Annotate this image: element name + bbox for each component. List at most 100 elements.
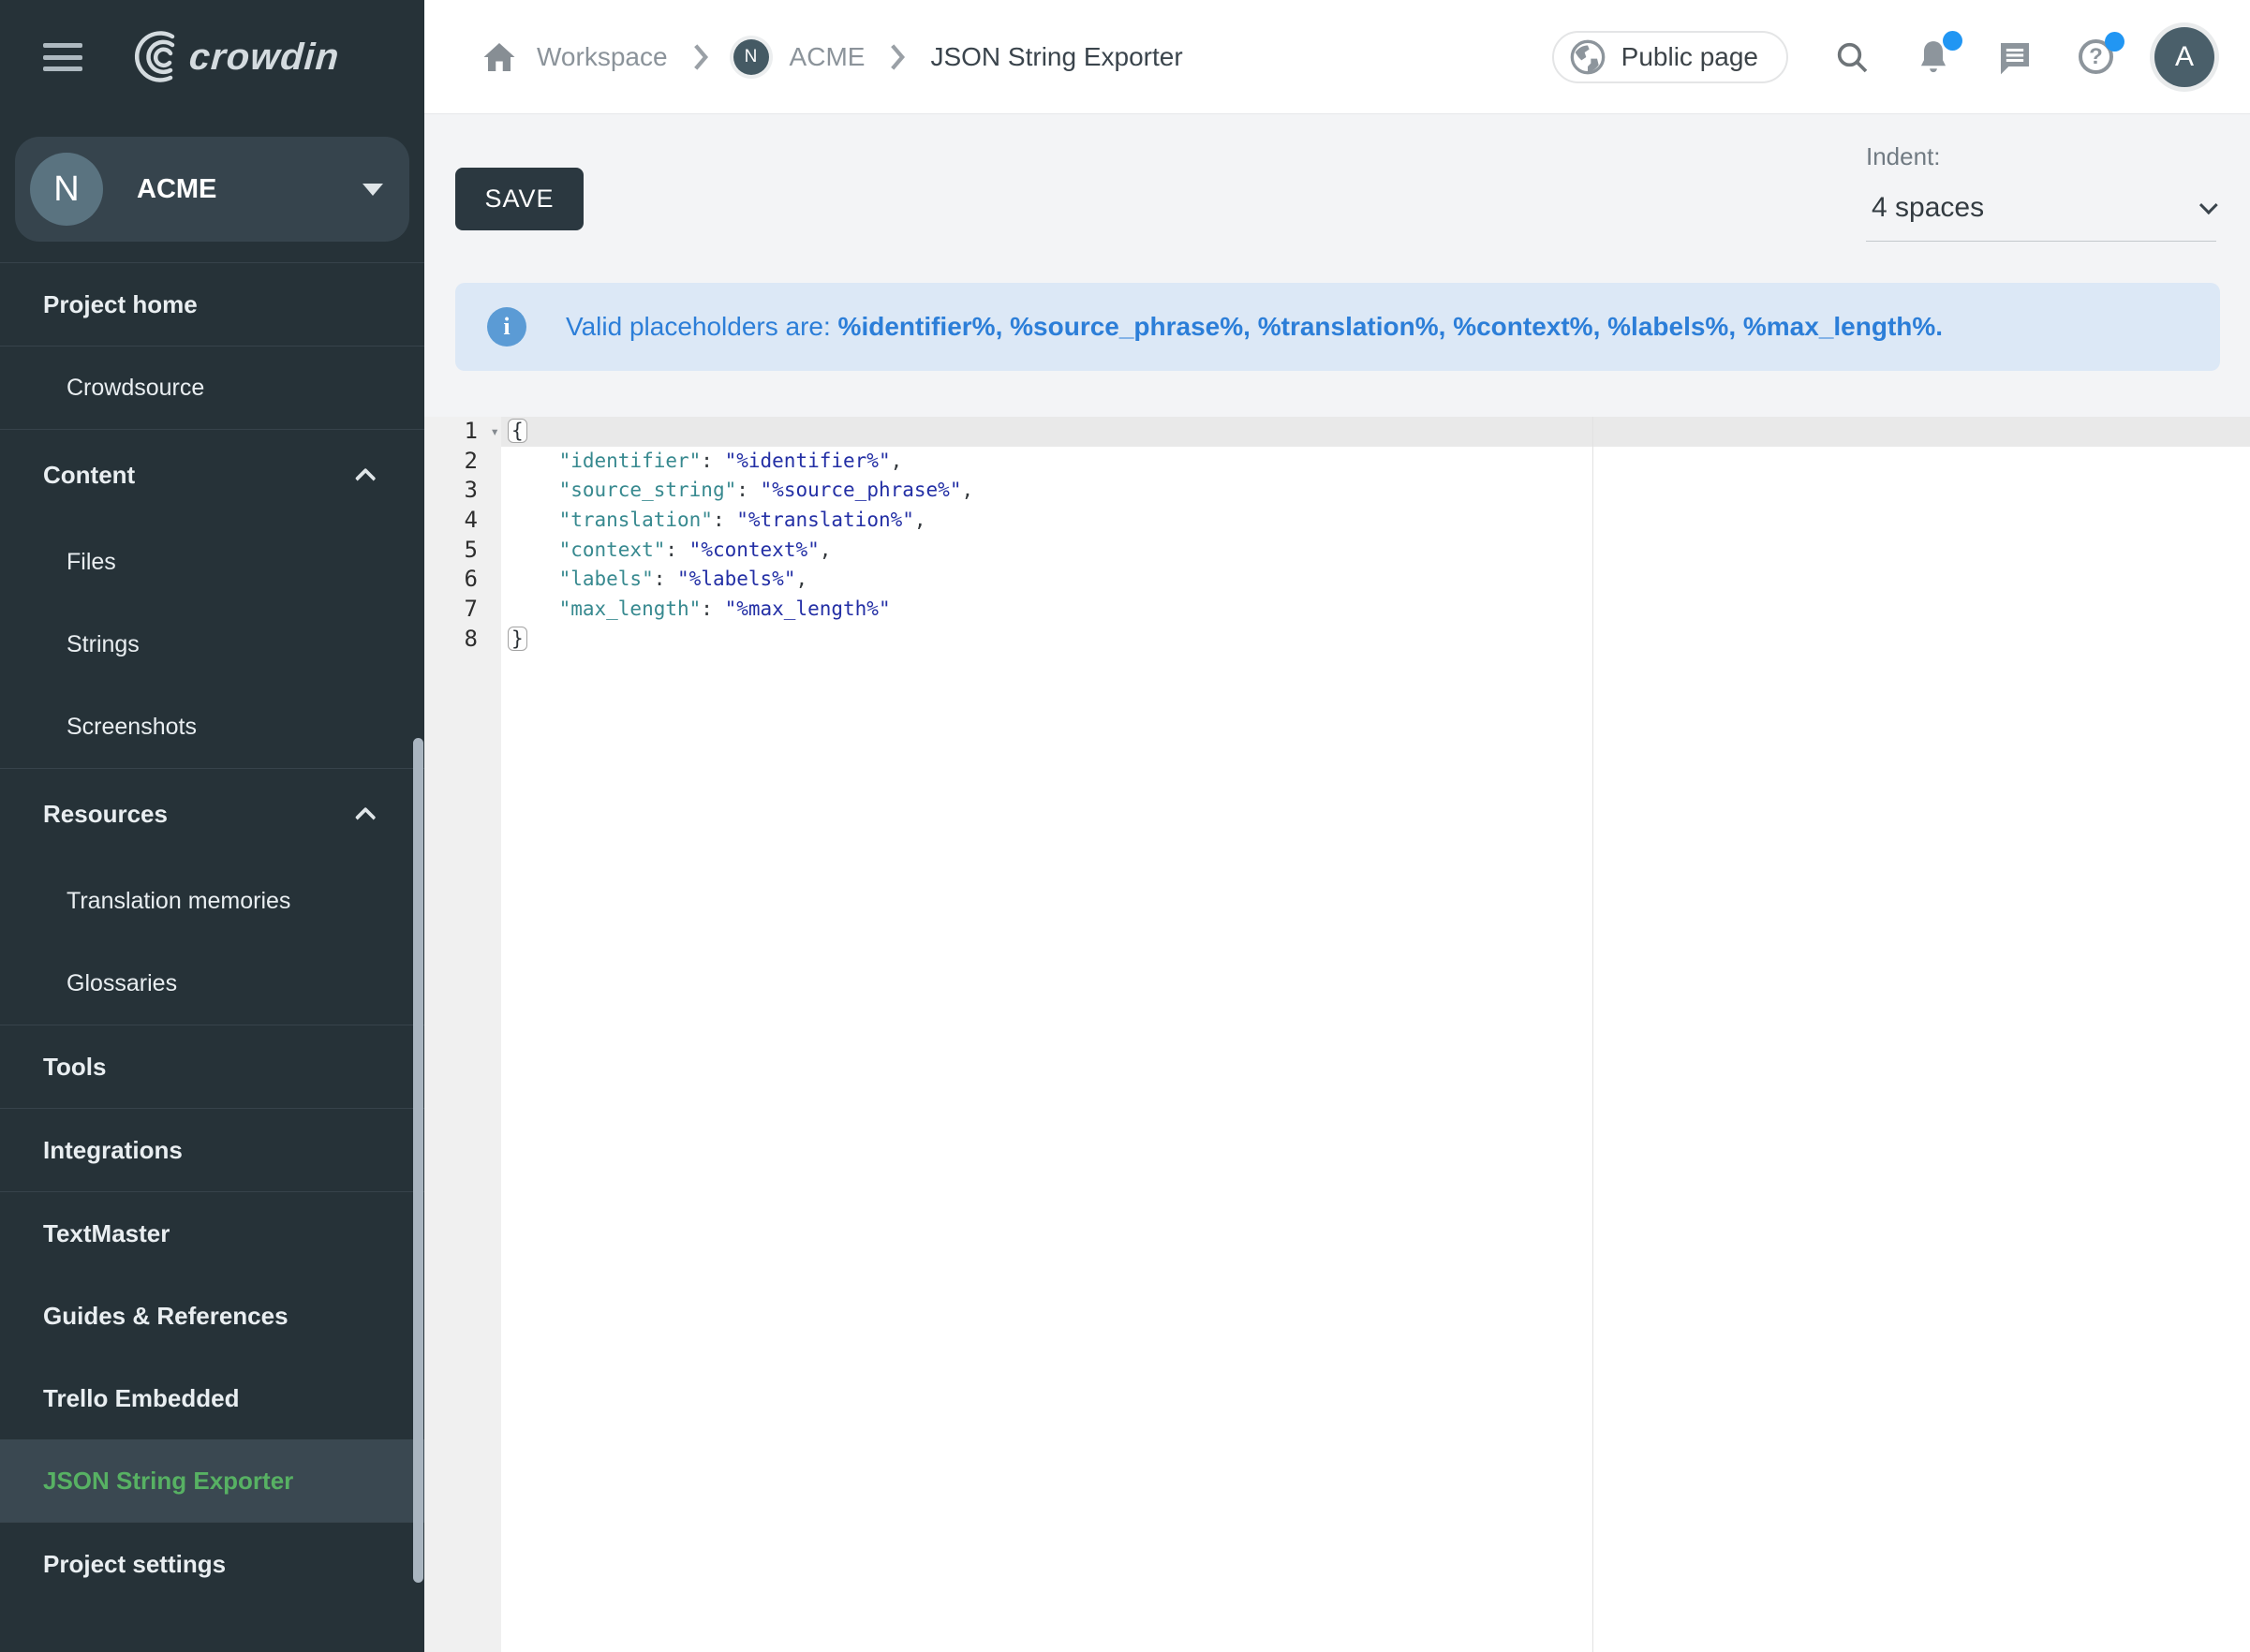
public-page-label: Public page [1621,42,1758,72]
sidebar-item-resources[interactable]: Resources [0,769,424,860]
code-token: : [654,568,677,590]
sidebar-item-crowdsource[interactable]: Crowdsource [0,347,424,429]
sidebar-item-label: Resources [43,800,361,829]
code-line-7: "max_length": "%max_length%" [501,595,2250,625]
editor-code-area[interactable]: { "identifier": "%identifier%", "source_… [501,417,2250,1652]
sidebar-item-glossaries[interactable]: Glossaries [0,942,424,1025]
code-line-4: "translation": "%translation%", [501,506,2250,536]
indent-control: Indent: 4 spaces [1866,142,2216,242]
chevron-down-icon [2199,196,2218,214]
sidebar-item-label: Guides & References [43,1302,376,1331]
sidebar-item-label: Glossaries [67,970,376,997]
code-token: } [508,627,527,651]
code-line-6: "labels": "%labels%", [501,565,2250,595]
sidebar-item-json-string-exporter[interactable]: JSON String Exporter [0,1439,424,1522]
code-token [511,509,559,531]
sidebar-scrollbar-thumb[interactable] [413,738,423,1583]
code-token: "%identifier%" [725,450,891,472]
code-line-8: } [501,625,2250,655]
sidebar-item-textmaster[interactable]: TextMaster [0,1192,424,1275]
brand-wordmark: crowdin [187,37,340,79]
breadcrumb-workspace[interactable]: Workspace [537,42,668,72]
banner-placeholder: %translation%, [1258,312,1453,341]
banner-placeholder: %labels%, [1607,312,1743,341]
line-number-7: 7 [424,595,501,625]
code-token: : [701,450,724,472]
sidebar-item-files[interactable]: Files [0,521,424,603]
banner-prefix: Valid placeholders are: [566,312,838,341]
code-token: , [795,568,807,590]
code-token: "identifier" [559,450,702,472]
code-token: "source_string" [559,479,737,501]
sidebar-item-label: Files [67,549,376,576]
notifications-button[interactable] [1916,38,1951,76]
org-name: ACME [137,174,363,205]
code-token: "%context%" [689,538,820,561]
sidebar-item-label: JSON String Exporter [43,1467,376,1496]
line-number-4: 4 [424,506,501,536]
sidebar-item-trello-embedded[interactable]: Trello Embedded [0,1357,424,1439]
user-avatar[interactable]: A [2154,27,2214,87]
sidebar: crowdin N ACME Project home Crowdsource Co… [0,0,424,1652]
search-button[interactable] [1833,38,1871,76]
sidebar-item-content[interactable]: Content [0,430,424,521]
sidebar-item-label: Strings [67,631,376,658]
sidebar-item-integrations[interactable]: Integrations [0,1109,424,1191]
code-token: "%max_length%" [725,597,891,620]
breadcrumb: Workspace N ACME JSON String Exporter [482,39,1183,75]
search-icon [1833,38,1871,76]
banner-placeholder: %max_length%. [1743,312,1943,341]
code-token: "%labels%" [677,568,795,590]
info-banner: i Valid placeholders are: %identifier%, … [455,283,2220,371]
main-content: SAVE Indent: 4 spaces i Valid placeholde… [424,114,2250,1652]
sidebar-item-guides-references[interactable]: Guides & References [0,1275,424,1357]
topbar: Workspace N ACME JSON String Exporter Pu… [424,0,2250,114]
line-number-6: 6 [424,565,501,595]
banner-text: Valid placeholders are: %identifier%, %s… [566,312,1943,342]
code-line-1: { [501,417,2250,447]
code-token [511,479,559,501]
sidebar-item-project-settings[interactable]: Project settings [0,1523,424,1605]
sidebar-brand: crowdin [0,0,424,114]
help-button[interactable]: ? [2079,39,2113,74]
sidebar-nav: Project home Crowdsource Content Files Strin… [0,262,424,1605]
crowdin-logo[interactable]: crowdin [129,29,339,85]
sidebar-item-project-home[interactable]: Project home [0,263,424,346]
chevron-right-icon [889,44,906,70]
code-token: "%translation%" [736,509,914,531]
sidebar-item-label: Screenshots [67,714,376,741]
line-number-8: 8 [424,625,501,655]
sidebar-item-tools[interactable]: Tools [0,1025,424,1108]
sidebar-item-label: Project settings [43,1550,376,1579]
sidebar-item-label: Integrations [43,1136,376,1165]
code-token: , [820,538,832,561]
public-page-button[interactable]: Public page [1552,31,1788,83]
hamburger-menu-icon[interactable] [43,43,82,71]
home-icon[interactable] [482,41,516,73]
code-token: "translation" [559,509,713,531]
sidebar-item-label: Project home [43,290,376,319]
breadcrumb-project[interactable]: ACME [790,42,866,72]
breadcrumb-project-avatar[interactable]: N [733,39,769,75]
sidebar-item-label: Tools [43,1053,376,1082]
fold-arrow-icon[interactable]: ▾ [490,417,499,447]
sidebar-item-strings[interactable]: Strings [0,603,424,686]
messages-button[interactable] [1996,38,2034,76]
code-token: , [961,479,973,501]
code-token: : [665,538,688,561]
banner-placeholder: %identifier%, [838,312,1011,341]
sidebar-item-screenshots[interactable]: Screenshots [0,686,424,768]
save-button[interactable]: SAVE [455,168,584,230]
code-editor[interactable]: 1▾2345678 { "identifier": "%identifier%"… [424,417,2250,1652]
line-number-2: 2 [424,447,501,477]
code-line-3: "source_string": "%source_phrase%", [501,476,2250,506]
sidebar-item-label: Crowdsource [67,375,376,402]
breadcrumb-page-title: JSON String Exporter [930,42,1182,72]
code-line-5: "context": "%context%", [501,536,2250,566]
sidebar-item-translation-memories[interactable]: Translation memories [0,860,424,942]
help-badge [2105,32,2124,52]
topbar-actions: Public page ? [1552,27,2214,87]
code-token: "max_length" [559,597,702,620]
indent-select[interactable]: 4 spaces [1866,186,2216,242]
org-selector[interactable]: N ACME [15,137,409,242]
